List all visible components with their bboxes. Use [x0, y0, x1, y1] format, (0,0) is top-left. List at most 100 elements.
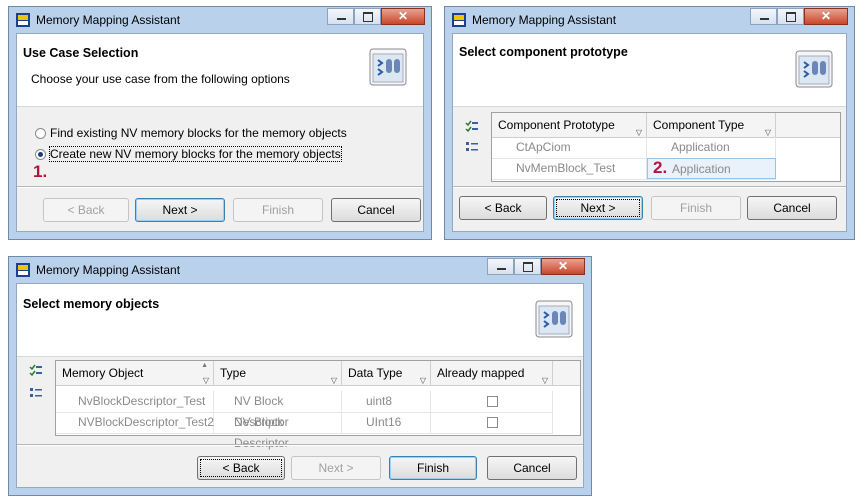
close-icon: ✕ [397, 9, 409, 23]
radio-create-new[interactable] [35, 148, 46, 160]
cell-type: NV Block Descriptor [214, 391, 342, 429]
finish-button[interactable]: Finish [233, 198, 323, 222]
minimize-button[interactable] [327, 8, 354, 25]
divider [17, 186, 423, 188]
page-title: Select memory objects [23, 297, 160, 311]
wizard-icon [535, 300, 573, 338]
cfg-app-icon [16, 13, 30, 27]
cell-prototype: CtApCiom [492, 137, 647, 158]
column-label: Component Prototype [498, 118, 615, 132]
finish-button[interactable]: Finish [389, 456, 477, 480]
wizard-client: Use Case Selection Choose your use case … [16, 33, 424, 232]
option-create-new[interactable]: Create new NV memory blocks for the memo… [35, 146, 342, 162]
back-button[interactable]: < Back [459, 196, 547, 220]
column-header-component-prototype[interactable]: Component Prototype ▽ [492, 113, 647, 137]
back-button[interactable]: < Back [197, 456, 285, 480]
minimize-button[interactable] [750, 8, 777, 25]
table-row[interactable]: NVBlockDescriptor_Test2 NV Block Descrip… [56, 412, 553, 450]
finish-button[interactable]: Finish [651, 196, 741, 220]
column-label: Component Type [653, 118, 745, 132]
cfg-app-icon [452, 13, 466, 27]
cell-data-type: uint8 [342, 391, 431, 412]
cell-memory-object: NVBlockDescriptor_Test2 [56, 412, 214, 433]
filter-icon[interactable]: ▽ [203, 369, 209, 393]
mapped-checkbox[interactable] [487, 417, 498, 428]
wizard-header: Select memory objects [17, 284, 583, 357]
cfg-app-icon [16, 263, 30, 277]
back-button[interactable]: < Back [43, 198, 129, 222]
option-label: Create new NV memory blocks for the memo… [49, 146, 342, 162]
close-button[interactable]: ✕ [804, 8, 848, 25]
wizard-window-component: Memory Mapping Assistant ✕ Select compon… [444, 6, 855, 240]
list-icon[interactable] [29, 386, 43, 400]
wizard-window-memory-objects: Memory Mapping Assistant ✕ Select memory… [8, 256, 592, 496]
window-title: Memory Mapping Assistant [36, 263, 181, 277]
maximize-button[interactable] [514, 258, 541, 275]
page-title: Use Case Selection [23, 46, 139, 60]
cell-type: NV Block Descriptor [214, 412, 342, 450]
table-header: Component Prototype ▽ Component Type ▽ [492, 113, 840, 138]
cancel-button[interactable]: Cancel [747, 196, 837, 220]
window-title: Memory Mapping Assistant [472, 13, 617, 27]
cell-memory-object: NvBlockDescriptor_Test [56, 391, 214, 412]
column-label: Already mapped [437, 366, 525, 380]
check-list-icon[interactable] [29, 364, 43, 378]
column-header-component-type[interactable]: Component Type ▽ [647, 113, 776, 137]
wizard-window-use-case: Memory Mapping Assistant ✕ Use Case Sele… [8, 6, 432, 240]
divider [17, 444, 583, 446]
cancel-button[interactable]: Cancel [331, 198, 421, 222]
next-button[interactable]: Next > [291, 456, 381, 480]
column-header-type[interactable]: Type ▽ [214, 361, 342, 385]
close-button[interactable]: ✕ [381, 8, 425, 25]
window-title: Memory Mapping Assistant [36, 13, 181, 27]
table-header: Memory Object ▲ ▽ Type ▽ Data Type ▽ Already… [56, 361, 580, 386]
memory-objects-table: Memory Object ▲ ▽ Type ▽ Data Type ▽ Already… [55, 360, 581, 450]
maximize-button[interactable] [777, 8, 804, 25]
column-header-memory-object[interactable]: Memory Object ▲ ▽ [56, 361, 214, 385]
page-title: Select component prototype [459, 45, 628, 59]
list-icon[interactable] [465, 140, 479, 154]
wizard-icon [795, 50, 833, 88]
close-button[interactable]: ✕ [541, 258, 585, 275]
table-row[interactable]: NvMemBlock_Test Application [492, 158, 776, 180]
title-bar[interactable]: Memory Mapping Assistant ✕ [9, 257, 591, 283]
filter-icon[interactable]: ▽ [420, 369, 426, 393]
close-icon: ✕ [820, 9, 832, 23]
wizard-client: Select memory objects Memory Object ▲ ▽ Ty… [16, 283, 584, 488]
wizard-header: Use Case Selection Choose your use case … [17, 34, 423, 107]
check-list-icon[interactable] [465, 120, 479, 134]
option-label: Find existing NV memory blocks for the m… [50, 126, 347, 140]
minimize-button[interactable] [487, 258, 514, 275]
cell-already-mapped [431, 391, 553, 412]
step-marker: 1. [33, 162, 48, 181]
column-header-data-type[interactable]: Data Type ▽ [342, 361, 431, 385]
wizard-icon [369, 48, 407, 86]
cell-prototype: NvMemBlock_Test [492, 158, 647, 179]
table-row[interactable]: NvBlockDescriptor_Test NV Block Descript… [56, 391, 553, 429]
next-button[interactable]: Next > [553, 196, 643, 220]
step-marker: 2. [653, 158, 668, 177]
table-row[interactable]: CtApCiom Application [492, 137, 776, 159]
filter-icon[interactable]: ▽ [542, 369, 548, 393]
divider [453, 186, 846, 188]
close-icon: ✕ [557, 259, 569, 273]
cell-data-type: UInt16 [342, 412, 431, 433]
radio-find-existing[interactable] [35, 127, 46, 139]
wizard-header: Select component prototype [453, 34, 846, 107]
wizard-client: Select component prototype Component Pro… [452, 33, 847, 232]
mapped-checkbox[interactable] [487, 396, 498, 407]
column-label: Memory Object [62, 366, 144, 380]
cell-already-mapped [431, 412, 553, 433]
option-find-existing[interactable]: Find existing NV memory blocks for the m… [35, 126, 347, 140]
cancel-button[interactable]: Cancel [487, 456, 577, 480]
title-bar[interactable]: Memory Mapping Assistant ✕ [445, 7, 854, 33]
title-bar[interactable]: Memory Mapping Assistant ✕ [9, 7, 431, 33]
column-label: Data Type [348, 366, 403, 380]
maximize-button[interactable] [354, 8, 381, 25]
cell-type: Application [647, 137, 776, 158]
next-button[interactable]: Next > [135, 198, 225, 222]
page-subtitle: Choose your use case from the following … [31, 72, 290, 86]
column-label: Type [220, 366, 247, 380]
filter-icon[interactable]: ▽ [331, 369, 337, 393]
column-header-already-mapped[interactable]: Already mapped ▽ [431, 361, 553, 385]
